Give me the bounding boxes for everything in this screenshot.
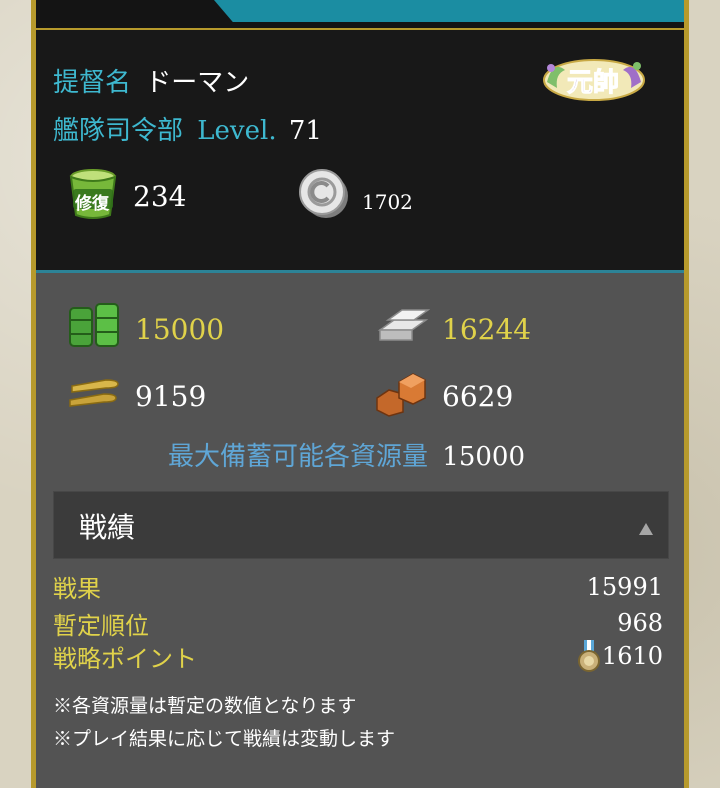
hq-level: 71 xyxy=(288,116,322,146)
bauxite-icon xyxy=(373,368,429,418)
coin-count: 1702 xyxy=(362,190,413,214)
repair-bucket-icon: 修復 xyxy=(66,167,120,221)
battle-result-label: 戦果 xyxy=(53,575,101,603)
ranking-label: 暫定順位 xyxy=(53,612,149,640)
strategy-points-label: 戦略ポイント xyxy=(53,645,197,673)
battle-result-value: 15991 xyxy=(586,573,663,601)
repair-bucket-label: 修復 xyxy=(75,194,109,214)
strategy-points-row: 1610 xyxy=(576,640,663,672)
level-label: Level. xyxy=(197,116,277,146)
admiral-name-label: 提督名 xyxy=(53,68,132,98)
admiral-name: ドーマン xyxy=(145,68,250,98)
rank-badge-text: 元帥 xyxy=(566,68,620,99)
note-2: ※プレイ結果に応じて戦績は変動します xyxy=(53,728,396,750)
battle-record-header[interactable]: 戦績 xyxy=(53,491,669,559)
profile-section: 提督名 ドーマン 元帥 艦隊司令部 Level. 71 修復 234 1702 xyxy=(36,30,684,273)
max-storage-label: 最大備蓄可能各資源量 xyxy=(168,442,429,472)
repair-bucket-count: 234 xyxy=(133,180,187,213)
steel-ingot-icon xyxy=(374,306,431,348)
coin-icon xyxy=(298,168,350,220)
admiral-info-panel: 提督名 ドーマン 元帥 艦隊司令部 Level. 71 修復 234 1702 … xyxy=(31,0,689,788)
fuel-value: 15000 xyxy=(135,313,225,346)
ammo-icon xyxy=(66,372,122,416)
teal-band xyxy=(214,0,684,22)
fuel-barrel-icon xyxy=(66,300,122,350)
ammo-value: 9159 xyxy=(135,380,207,413)
medal-icon xyxy=(577,640,600,672)
admiral-name-row: 提督名 ドーマン xyxy=(53,62,249,99)
rank-badge: 元帥 xyxy=(539,52,649,108)
strategy-points-value: 1610 xyxy=(601,642,663,670)
max-storage-row: 最大備蓄可能各資源量 15000 xyxy=(168,436,525,473)
note-1: ※各資源量は暫定の数値となります xyxy=(53,695,357,717)
hq-label: 艦隊司令部 xyxy=(53,116,184,146)
triangle-up-icon[interactable] xyxy=(638,522,654,536)
top-strip xyxy=(36,0,684,30)
hq-level-row: 艦隊司令部 Level. 71 xyxy=(53,110,322,147)
bauxite-value: 6629 xyxy=(442,380,514,413)
max-storage-value: 15000 xyxy=(442,442,525,472)
steel-value: 16244 xyxy=(442,313,532,346)
ranking-value: 968 xyxy=(617,609,663,637)
battle-record-title: 戦績 xyxy=(79,511,136,544)
